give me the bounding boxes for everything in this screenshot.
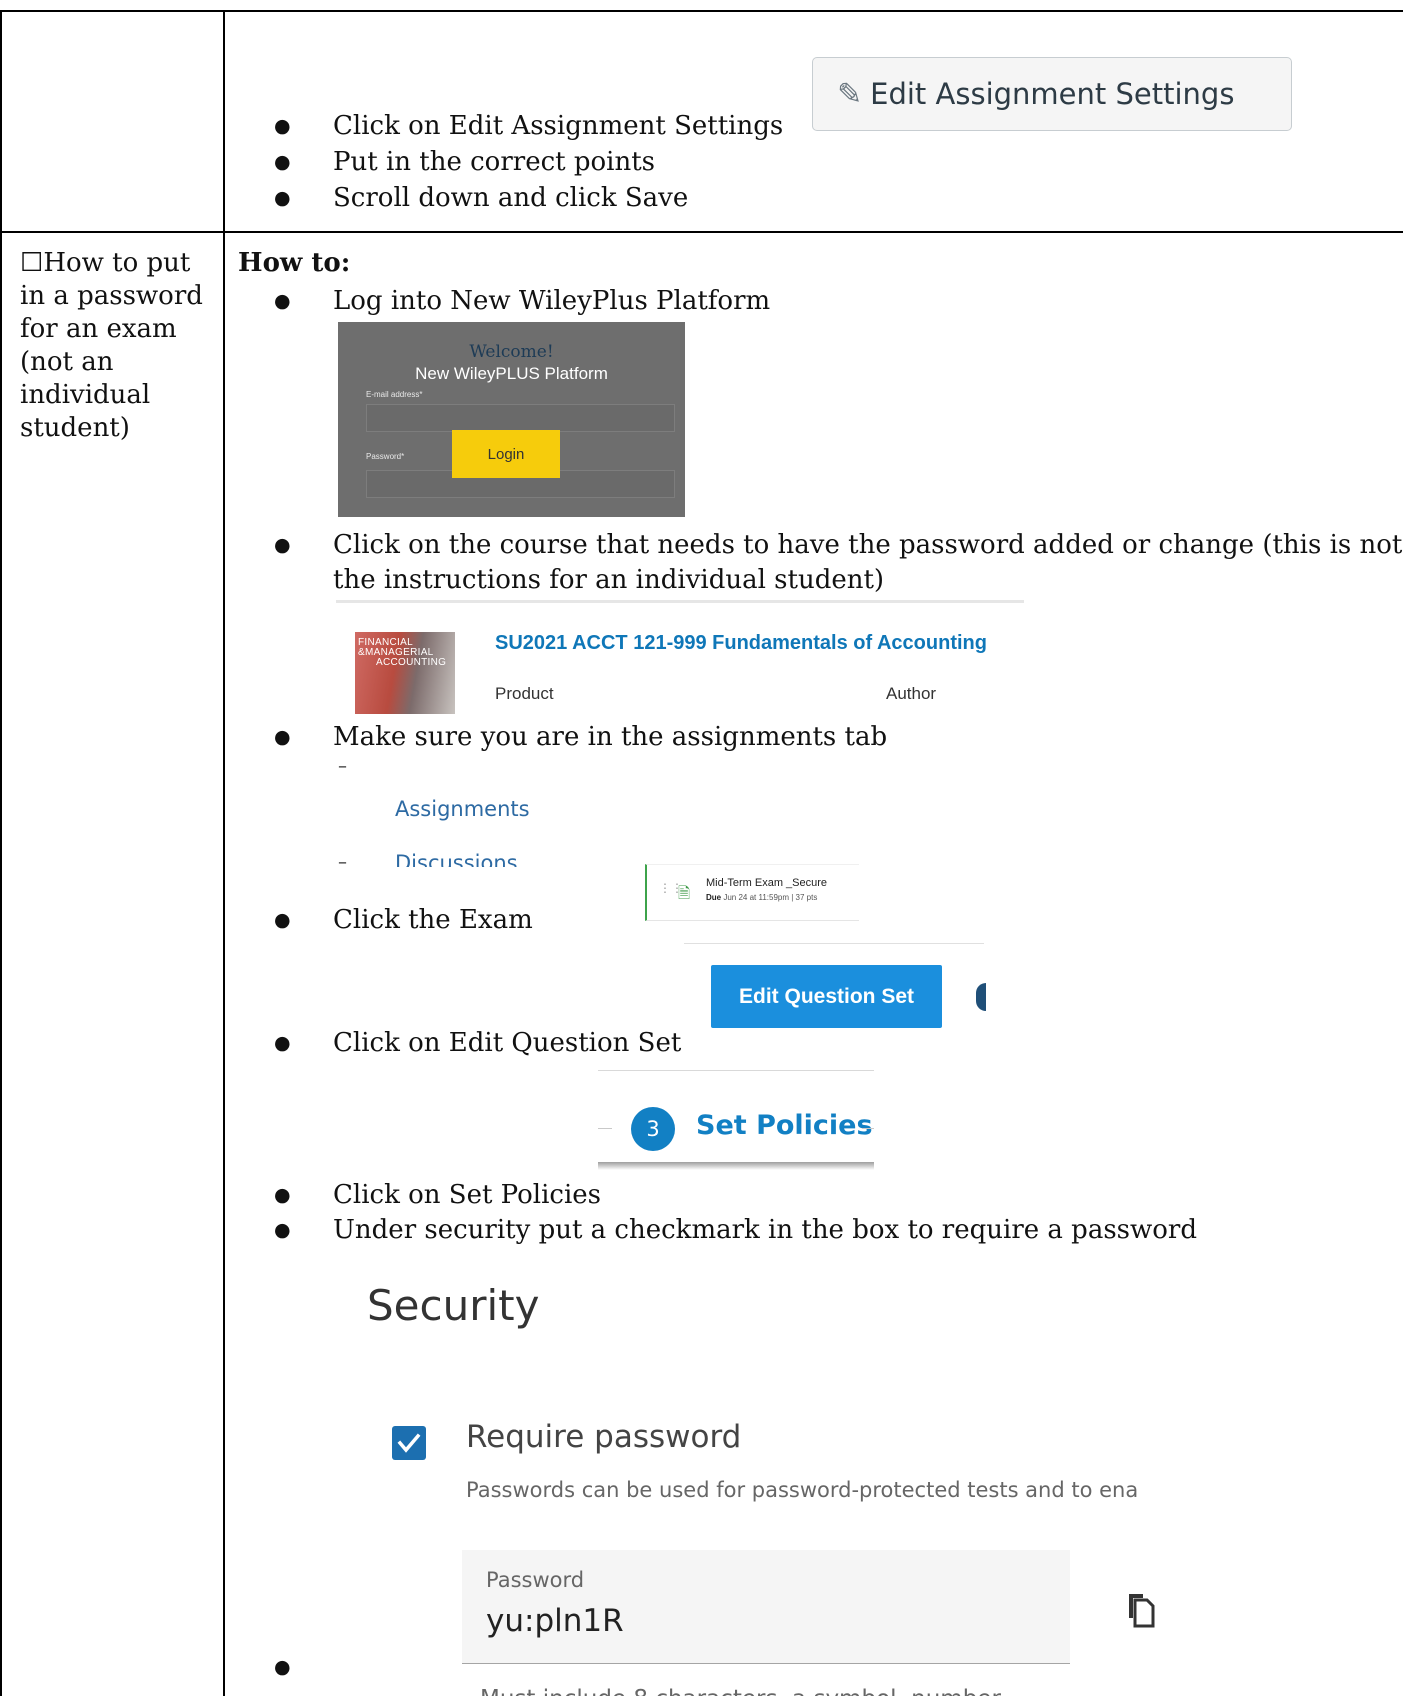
wiley-welcome: Welcome! <box>469 342 554 362</box>
bullet-icon: ● <box>274 1032 291 1054</box>
help-icon[interactable] <box>976 983 986 1011</box>
bullet-icon: ● <box>274 534 291 556</box>
course-title-link[interactable]: SU2021 ACCT 121-999 Fundamentals of Acco… <box>495 632 987 655</box>
book-cover-line: ACCOUNTING <box>376 657 447 668</box>
left-cell-line: in a password <box>20 281 203 311</box>
table-column-divider <box>223 10 225 1696</box>
edit-assignment-settings-label: Edit Assignment Settings <box>870 77 1235 111</box>
step-click-exam: Click the Exam <box>333 905 533 935</box>
password-value[interactable]: yu:pln1R <box>486 1603 624 1639</box>
password-hint: Must include 8 characters, a symbol, num… <box>480 1679 1001 1696</box>
bullet-icon: ● <box>274 1184 291 1206</box>
exam-list-item[interactable]: ⋮⋮ 🗎 Mid-Term Exam _Secure Due Jun 24 at… <box>645 864 859 921</box>
table-row-divider <box>0 231 1403 233</box>
step-click-set-policies: Click on Set Policies <box>333 1180 602 1210</box>
step-edit-question-set: Click on Edit Question Set <box>333 1028 682 1058</box>
left-cell-line: ☐How to put <box>20 247 203 280</box>
step-require-password: Under security put a checkmark in the bo… <box>333 1215 1197 1245</box>
wiley-email-field[interactable] <box>366 404 675 432</box>
set-policies-divider <box>598 1070 874 1071</box>
left-cell-line: for an exam <box>20 314 177 344</box>
exam-due-text: Jun 24 at 11:59pm | 37 pts <box>721 893 818 902</box>
step-click-course-continued: the instructions for an individual stude… <box>333 565 885 595</box>
left-cell: ☐How to put in a password for an exam (n… <box>20 247 203 445</box>
wileyplus-login-screenshot: Welcome! New WileyPLUS Platform E-mail a… <box>338 322 685 517</box>
edit-question-set-button[interactable]: Edit Question Set <box>711 965 942 1028</box>
bullet-icon: ● <box>274 1219 291 1241</box>
quiz-icon: 🗎 <box>678 884 691 902</box>
wiley-password-label: Password* <box>366 452 405 461</box>
bullet-icon: ● <box>274 187 291 209</box>
wiley-login-button[interactable]: Login <box>452 430 560 478</box>
checkmark-icon <box>397 1433 421 1453</box>
require-password-label: Require password <box>466 1419 742 1455</box>
step-scroll-and-save: Scroll down and click Save <box>333 183 689 213</box>
stepper-connector <box>862 1128 874 1129</box>
exam-due: Due Jun 24 at 11:59pm | 37 pts <box>706 893 817 902</box>
wiley-platform-title: New WileyPLUS Platform <box>415 364 608 383</box>
book-cover-text: FINANCIAL &MANAGERIAL ACCOUNTING <box>358 638 446 668</box>
left-cell-line: individual <box>20 380 151 410</box>
require-password-help: Passwords can be used for password-prote… <box>466 1478 1139 1502</box>
bullet-icon: ● <box>274 151 291 173</box>
bullet-icon: ● <box>274 290 291 312</box>
stepper-connector <box>598 1128 612 1129</box>
step-login: Log into New WileyPlus Platform <box>333 286 771 316</box>
step-click-edit-assignment-settings: Click on Edit Assignment Settings <box>333 111 784 141</box>
edit-question-set-divider <box>684 943 984 944</box>
how-to-heading: How to: <box>238 248 351 278</box>
nav-dash: – <box>338 852 347 873</box>
exam-name[interactable]: Mid-Term Exam _Secure <box>706 877 827 889</box>
left-cell-line: student) <box>20 413 130 443</box>
left-cell-text: How to put <box>43 248 191 278</box>
step-assignments-tab: Make sure you are in the assignments tab <box>333 722 888 752</box>
bullet-icon: ● <box>274 115 291 137</box>
nav-discussions-link[interactable]: Discussions <box>395 851 518 867</box>
password-field[interactable]: Password yu:pln1R <box>462 1550 1070 1664</box>
course-divider <box>336 600 1024 603</box>
copy-icon[interactable] <box>1125 1592 1155 1628</box>
table-border-top <box>0 10 1403 12</box>
bullet-icon: ● <box>274 726 291 748</box>
nav-dash: – <box>338 756 347 777</box>
edit-assignment-settings-button[interactable]: ✎ Edit Assignment Settings <box>812 57 1292 131</box>
password-field-label: Password <box>486 1568 585 1592</box>
bullet-icon: ● <box>274 909 291 931</box>
left-cell-line: (not an <box>20 347 114 377</box>
step-number-badge: 3 <box>631 1107 675 1151</box>
course-product-label: Product <box>495 684 554 703</box>
course-book-cover[interactable]: FINANCIAL &MANAGERIAL ACCOUNTING <box>355 632 455 714</box>
empty-checkbox-icon: ☐ <box>20 248 44 278</box>
pencil-icon: ✎ <box>837 76 863 112</box>
table-border-left <box>0 10 2 1696</box>
course-author-label: Author <box>886 684 937 703</box>
wiley-email-label: E-mail address* <box>366 390 423 399</box>
bullet-icon: ● <box>274 1656 291 1678</box>
step-click-course: Click on the course that needs to have t… <box>333 530 1403 560</box>
set-policies-step[interactable]: Set Policies <box>696 1110 873 1141</box>
exam-due-label: Due <box>706 893 722 902</box>
nav-assignments-link[interactable]: Assignments <box>395 797 530 821</box>
require-password-checkbox[interactable] <box>392 1426 426 1460</box>
security-heading: Security <box>367 1281 540 1330</box>
set-policies-shadow <box>598 1162 874 1170</box>
step-put-correct-points: Put in the correct points <box>333 147 656 177</box>
